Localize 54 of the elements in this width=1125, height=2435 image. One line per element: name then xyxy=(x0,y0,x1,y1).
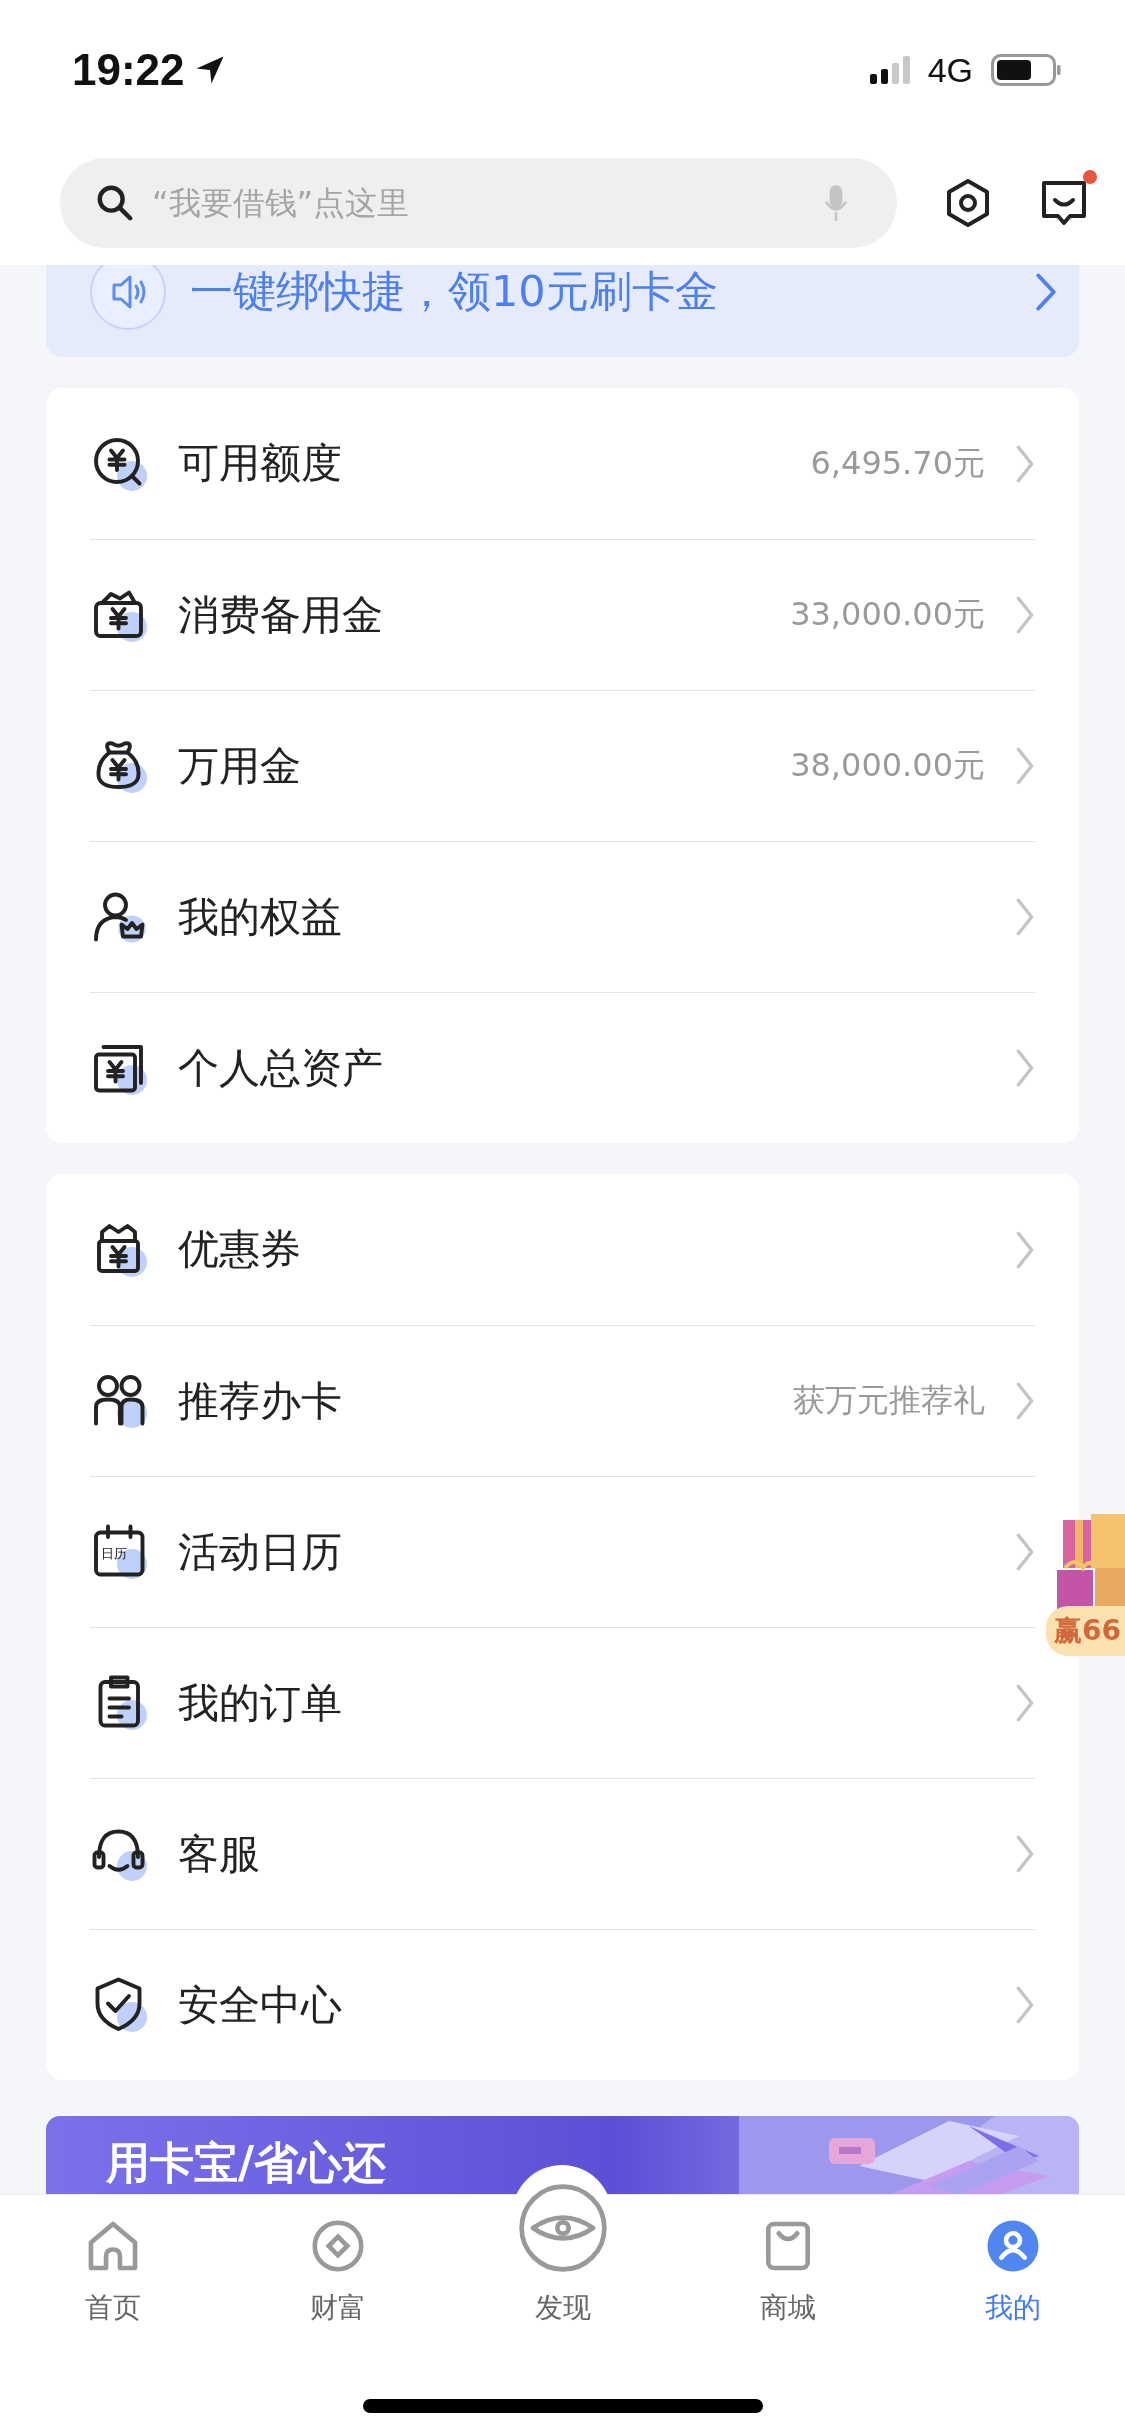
signal-icon xyxy=(869,56,910,84)
item-label: 可用额度 xyxy=(178,438,343,489)
menu-item[interactable]: 消费备用金 33,000.00元 xyxy=(90,539,1035,690)
menu-item[interactable]: 推荐办卡 获万元推荐礼 xyxy=(90,1325,1035,1476)
chevron-icon xyxy=(1015,897,1035,937)
tab[interactable]: 商城 xyxy=(675,2217,900,2327)
item-label: 客服 xyxy=(178,1828,261,1880)
chevron-icon xyxy=(1015,746,1035,786)
item-label: 活动日历 xyxy=(178,1526,343,1578)
chevron-icon xyxy=(1015,1834,1035,1874)
chevron-icon xyxy=(1015,1229,1035,1270)
item-label: 安全中心 xyxy=(178,1979,343,2031)
search-icon xyxy=(96,183,134,222)
tab[interactable]: 我的 xyxy=(900,2217,1125,2327)
menu-item[interactable]: 我的权益 xyxy=(90,841,1035,992)
item-label: 推荐办卡 xyxy=(178,1375,343,1427)
tab[interactable]: 财富 xyxy=(225,2217,450,2327)
chevron-icon xyxy=(1035,272,1057,312)
item-value: 38,000.00元 xyxy=(790,745,985,786)
menu-item[interactable]: 万用金 38,000.00元 xyxy=(90,690,1035,841)
location-arrow-icon xyxy=(194,55,225,85)
chevron-icon xyxy=(1015,1532,1035,1572)
item-label: 万用金 xyxy=(178,740,302,792)
promo-banner[interactable]: 用卡宝/省心还 xyxy=(46,2116,1079,2195)
menu-item[interactable]: 可用额度 6,495.70元 xyxy=(90,388,1035,539)
menu-item[interactable]: 我的订单 xyxy=(90,1627,1035,1778)
menu-item[interactable]: 优惠券 xyxy=(90,1174,1035,1325)
chevron-icon xyxy=(1015,1381,1035,1421)
promo-text: 一键绑快捷，领10元刷卡金 xyxy=(190,265,719,318)
chevron-icon xyxy=(1015,443,1035,484)
item-value: 33,000.00元 xyxy=(790,594,985,635)
status-time: 19:22 xyxy=(72,45,185,95)
item-value: 获万元推荐礼 xyxy=(793,1380,985,1421)
chevron-icon xyxy=(1015,595,1035,635)
item-value: 6,495.70元 xyxy=(810,442,985,484)
item-label: 个人总资产 xyxy=(178,1042,384,1094)
icon-label: 日历 xyxy=(101,1545,127,1563)
banner-title: 用卡宝/省心还 xyxy=(106,2136,387,2190)
battery-icon xyxy=(991,54,1061,86)
search-bar[interactable]: “我要借钱”点这里 xyxy=(60,157,897,248)
menu-item[interactable]: 客服 xyxy=(90,1778,1035,1929)
search-field[interactable]: “我要借钱”点这里 xyxy=(150,182,807,223)
menu-item[interactable]: 日历 活动日历 xyxy=(90,1476,1035,1627)
menu-item[interactable]: 安全中心 xyxy=(90,1929,1035,2080)
item-label: 优惠券 xyxy=(178,1224,302,1275)
item-label: 消费备用金 xyxy=(178,589,384,641)
network-label: 4G xyxy=(927,50,973,90)
tab[interactable]: 首页 xyxy=(0,2217,225,2327)
item-label: 我的订单 xyxy=(178,1677,343,1729)
chevron-icon xyxy=(1015,1048,1035,1088)
chevron-icon xyxy=(1015,1985,1035,2025)
chevron-icon xyxy=(1015,1683,1035,1723)
menu-item[interactable]: 个人总资产 xyxy=(90,992,1035,1143)
item-label: 我的权益 xyxy=(178,891,343,943)
